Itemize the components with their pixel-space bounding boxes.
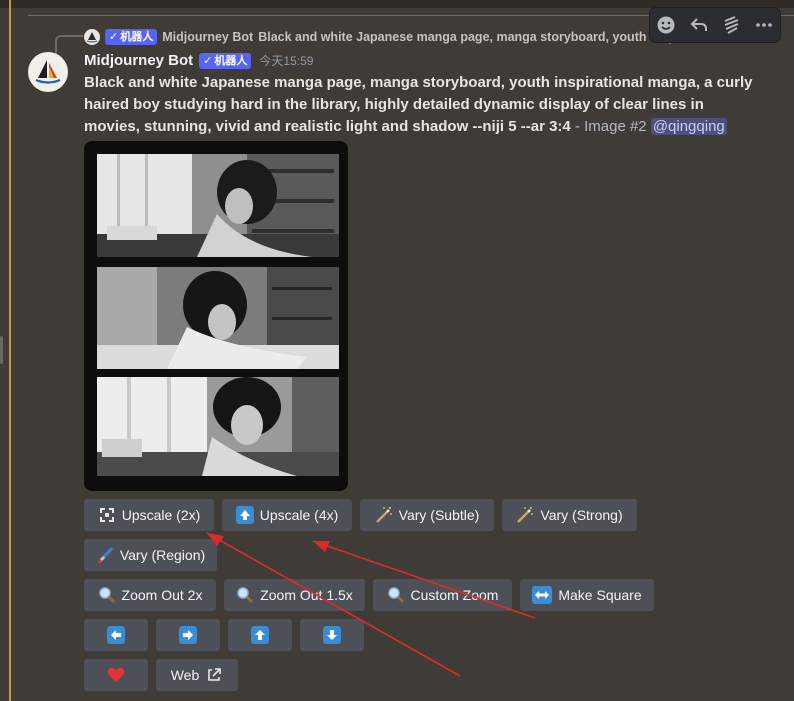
pan-right-button[interactable]: [156, 619, 220, 651]
image-index: - Image #2: [570, 118, 651, 135]
check-icon: ✓: [203, 54, 213, 67]
reply-author[interactable]: Midjourney Bot: [162, 30, 253, 44]
timestamp: 今天15:59: [259, 54, 314, 68]
bot-tag: ✓ 机器人: [105, 29, 158, 45]
favorite-button[interactable]: [84, 659, 148, 691]
paintbrush-icon: [96, 546, 114, 564]
left-right-arrow-icon: [532, 586, 553, 604]
upload-icon: [235, 506, 254, 524]
expand-icon: [98, 506, 116, 524]
panel-gutter: [97, 257, 339, 267]
vary-strong-button[interactable]: Vary (Strong): [502, 499, 637, 531]
bot-avatar[interactable]: [28, 52, 68, 92]
zoom-out-2x-button[interactable]: Zoom Out 2x: [84, 579, 216, 611]
magic-wand-icon: [516, 506, 534, 524]
manga-panel: [97, 154, 339, 257]
top-strip: [0, 0, 794, 8]
panel-gutter: [97, 369, 339, 377]
more-icon[interactable]: [751, 12, 777, 38]
author-name[interactable]: Midjourney Bot: [84, 52, 193, 69]
arrow-left-icon: [107, 626, 125, 644]
scrollbar-thumb[interactable]: [0, 336, 3, 364]
thread-icon[interactable]: [718, 12, 744, 38]
message-toolbar: [650, 8, 780, 42]
magnifier-icon: [387, 586, 405, 604]
heart-icon: [107, 666, 125, 684]
magic-wand-icon: [375, 506, 393, 524]
magnifier-icon: [98, 586, 116, 604]
highlight-bar: [9, 0, 11, 701]
reply-connector: [55, 35, 83, 55]
message-header: Midjourney Bot ✓ 机器人 今天15:59: [84, 52, 313, 69]
pan-left-button[interactable]: [84, 619, 148, 651]
generated-image[interactable]: [84, 141, 348, 491]
bot-avatar-mini: [84, 29, 100, 45]
custom-zoom-button[interactable]: Custom Zoom: [373, 579, 512, 611]
bot-tag: ✓ 机器人: [199, 52, 252, 69]
vary-region-button[interactable]: Vary (Region): [84, 539, 217, 571]
emoji-icon[interactable]: [653, 12, 679, 38]
reply-preview[interactable]: ✓ 机器人 Midjourney Bot Black and white Japa…: [84, 28, 714, 46]
message-content: Black and white Japanese manga page, man…: [84, 72, 754, 138]
check-icon: ✓: [109, 31, 119, 43]
external-link-icon: [205, 666, 223, 684]
pan-down-button[interactable]: [300, 619, 364, 651]
manga-panel: [97, 377, 339, 476]
arrow-up-icon: [251, 626, 269, 644]
user-mention[interactable]: @qingqing: [650, 118, 727, 135]
arrow-down-icon: [323, 626, 341, 644]
reply-text[interactable]: Black and white Japanese manga page, man…: [258, 30, 714, 44]
upscale-2x-button[interactable]: Upscale (2x): [84, 499, 214, 531]
manga-panel: [97, 267, 339, 369]
upscale-4x-button[interactable]: Upscale (4x): [222, 499, 352, 531]
annotation-arrowhead: [313, 541, 330, 552]
arrow-right-icon: [179, 626, 197, 644]
pan-up-button[interactable]: [228, 619, 292, 651]
zoom-out-1-5x-button[interactable]: Zoom Out 1.5x: [224, 579, 365, 611]
reply-icon[interactable]: [686, 12, 712, 38]
make-square-button[interactable]: Make Square: [520, 579, 654, 611]
magnifier-icon: [236, 586, 254, 604]
vary-subtle-button[interactable]: Vary (Subtle): [360, 499, 494, 531]
web-link-button[interactable]: Web: [156, 659, 238, 691]
